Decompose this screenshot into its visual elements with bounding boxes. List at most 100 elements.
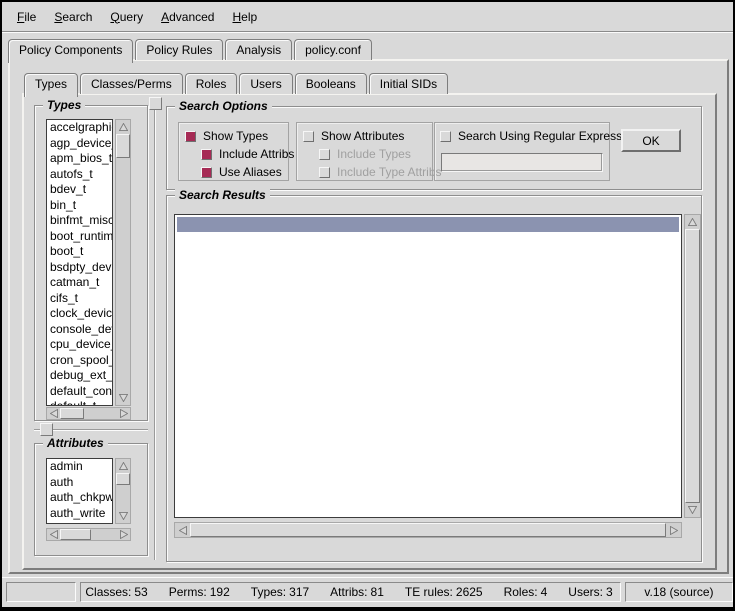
- types-listbox[interactable]: accelgraphics_eagp_device_tapm_bios_taut…: [46, 119, 113, 406]
- types-vscroll-thumb[interactable]: [116, 134, 130, 158]
- show-types-label: Show Types: [203, 129, 268, 143]
- attributes-vscroll-trough[interactable]: [116, 473, 130, 509]
- ok-button[interactable]: OK: [621, 129, 681, 152]
- types-vertical-scrollbar[interactable]: [115, 119, 131, 406]
- horizontal-sash-handle[interactable]: [40, 423, 53, 436]
- main-tabrow: Policy Components Policy Rules Analysis …: [8, 38, 374, 60]
- types-list-item[interactable]: default_context: [47, 384, 112, 400]
- types-list-item[interactable]: bin_t: [47, 198, 112, 214]
- scroll-up-icon[interactable]: [116, 459, 130, 473]
- menu-file[interactable]: File: [8, 7, 45, 27]
- types-hscroll-thumb[interactable]: [60, 408, 84, 419]
- status-stat-label: Attribs:: [330, 585, 367, 599]
- types-list-item[interactable]: catman_t: [47, 275, 112, 291]
- attributes-list-item[interactable]: auth_chkpwd: [47, 490, 112, 506]
- menu-advanced[interactable]: Advanced: [152, 7, 223, 27]
- types-list-item[interactable]: clock_device_t: [47, 306, 112, 322]
- include-attribs-checkbox[interactable]: Include Attribs: [201, 147, 294, 161]
- types-list-item[interactable]: cron_spool_t: [47, 353, 112, 369]
- types-list-item[interactable]: console_device: [47, 322, 112, 338]
- scroll-left-icon[interactable]: [47, 408, 60, 419]
- attributes-horizontal-scrollbar[interactable]: [46, 528, 131, 541]
- use-aliases-checkbox[interactable]: Use Aliases: [201, 165, 282, 179]
- types-list-item[interactable]: bsdpty_device_: [47, 260, 112, 276]
- status-panel-stats: Classes:53Perms:192Types:317Attribs:81TE…: [80, 582, 621, 602]
- types-list-item[interactable]: bdev_t: [47, 182, 112, 198]
- types-frame: Types accelgraphics_eagp_device_tapm_bio…: [34, 105, 148, 421]
- scroll-down-icon[interactable]: [116, 391, 130, 405]
- scroll-up-icon[interactable]: [685, 215, 700, 229]
- types-list-item[interactable]: default_t: [47, 399, 112, 406]
- types-list-item[interactable]: boot_t: [47, 244, 112, 260]
- tab-policy-rules[interactable]: Policy Rules: [135, 39, 223, 60]
- include-types-label: Include Types: [337, 147, 411, 161]
- types-list-item[interactable]: boot_runtime_t: [47, 229, 112, 245]
- types-list-item[interactable]: cpu_device_t: [47, 337, 112, 353]
- results-vscroll-thumb[interactable]: [685, 229, 700, 503]
- attributes-list-item[interactable]: auth: [47, 475, 112, 491]
- types-list-item[interactable]: autofs_t: [47, 167, 112, 183]
- attributes-hscroll-thumb[interactable]: [60, 529, 91, 540]
- scroll-left-icon[interactable]: [175, 523, 190, 537]
- results-vscroll-trough[interactable]: [685, 229, 700, 503]
- scroll-right-icon[interactable]: [666, 523, 681, 537]
- types-vscroll-trough[interactable]: [116, 134, 130, 391]
- menu-search-label: earch: [62, 10, 92, 24]
- results-hscroll-trough[interactable]: [190, 523, 666, 537]
- menu-help[interactable]: Help: [223, 7, 266, 27]
- menu-advanced-label: dvanced: [169, 10, 214, 24]
- tab-analysis[interactable]: Analysis: [225, 39, 292, 60]
- attributes-list-item[interactable]: admin: [47, 459, 112, 475]
- attributes-hscroll-trough[interactable]: [60, 529, 117, 540]
- scroll-right-icon[interactable]: [117, 529, 130, 540]
- attributes-vscroll-thumb[interactable]: [116, 473, 130, 485]
- types-list-item[interactable]: cifs_t: [47, 291, 112, 307]
- results-horizontal-scrollbar[interactable]: [174, 522, 682, 538]
- tab-initial-sids[interactable]: Initial SIDs: [369, 73, 448, 94]
- types-horizontal-scrollbar[interactable]: [46, 407, 131, 420]
- tab-users[interactable]: Users: [239, 73, 292, 94]
- include-attribs-label: Include Attribs: [219, 147, 294, 161]
- checkbox-checked-icon: [201, 149, 212, 160]
- search-results-textarea[interactable]: [174, 214, 682, 518]
- tab-policy-conf[interactable]: policy.conf: [294, 39, 372, 60]
- types-hscroll-trough[interactable]: [60, 408, 117, 419]
- menu-query[interactable]: Query: [101, 7, 152, 27]
- tab-classes-perms[interactable]: Classes/Perms: [80, 73, 183, 94]
- regex-checkbox[interactable]: Search Using Regular Expression: [440, 129, 638, 143]
- vertical-sash[interactable]: [154, 110, 156, 560]
- regex-group: Search Using Regular Expression: [434, 122, 610, 181]
- search-results-frame: Search Results: [166, 195, 702, 562]
- status-stat-label: Classes:: [85, 585, 131, 599]
- types-list-item[interactable]: debug_ext_t: [47, 368, 112, 384]
- types-list-item[interactable]: binfmt_misc_fs: [47, 213, 112, 229]
- status-stat: Attribs: 81: [330, 585, 387, 599]
- scroll-down-icon[interactable]: [685, 503, 700, 517]
- scroll-down-icon[interactable]: [116, 509, 130, 523]
- tab-booleans[interactable]: Booleans: [295, 73, 367, 94]
- attributes-listbox[interactable]: adminauthauth_chkpwdauth_write: [46, 458, 113, 524]
- menu-help-mnemonic: H: [232, 10, 241, 24]
- checkbox-unchecked-icon: [319, 149, 330, 160]
- tab-policy-components[interactable]: Policy Components: [8, 39, 133, 63]
- scroll-right-icon[interactable]: [117, 408, 130, 419]
- vertical-sash-handle[interactable]: [149, 97, 162, 110]
- types-list-item[interactable]: apm_bios_t: [47, 151, 112, 167]
- scroll-left-icon[interactable]: [47, 529, 60, 540]
- results-vertical-scrollbar[interactable]: [684, 214, 701, 518]
- show-types-group: Show Types Include Attribs Use Aliases: [178, 122, 289, 181]
- show-attributes-checkbox[interactable]: Show Attributes: [303, 129, 404, 143]
- include-types-checkbox: Include Types: [319, 147, 411, 161]
- tab-types[interactable]: Types: [24, 73, 78, 97]
- attributes-vertical-scrollbar[interactable]: [115, 458, 131, 524]
- attributes-list-item[interactable]: auth_write: [47, 506, 112, 522]
- scroll-up-icon[interactable]: [116, 120, 130, 134]
- menu-search[interactable]: Search: [45, 7, 101, 27]
- status-stat-value: 81: [371, 585, 384, 599]
- regex-input[interactable]: [441, 153, 603, 172]
- show-types-checkbox[interactable]: Show Types: [185, 129, 268, 143]
- types-list-item[interactable]: accelgraphics_e: [47, 120, 112, 136]
- results-hscroll-thumb[interactable]: [190, 523, 666, 537]
- tab-roles[interactable]: Roles: [185, 73, 238, 94]
- types-list-item[interactable]: agp_device_t: [47, 136, 112, 152]
